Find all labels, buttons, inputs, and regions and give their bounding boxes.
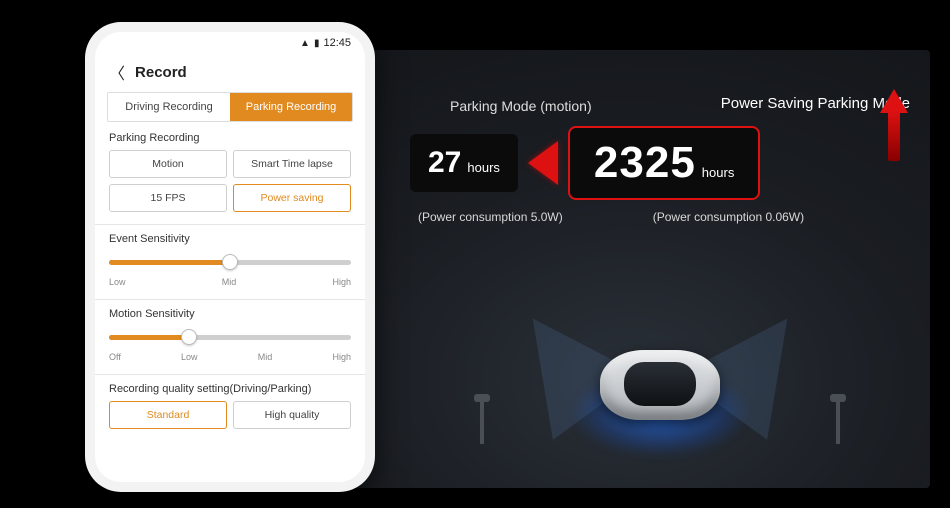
- option-15fps[interactable]: 15 FPS: [109, 184, 227, 212]
- parking-mode-hours: 27: [428, 146, 461, 180]
- status-bar: ▲ ▮ 12:45: [95, 32, 365, 54]
- power-saving-hours: 2325: [594, 138, 696, 188]
- car-icon: [600, 350, 720, 420]
- signal-icon: ▲: [300, 38, 310, 49]
- tick-high: High: [332, 277, 351, 287]
- parking-post-icon: [836, 400, 840, 444]
- section-label-motion-sensitivity: Motion Sensitivity: [109, 308, 351, 320]
- event-sensitivity-section: Event Sensitivity Low Mid High: [95, 233, 365, 295]
- arrow-up-stem: [888, 111, 900, 161]
- back-icon[interactable]: 〈: [109, 60, 125, 84]
- parking-recording-section: Parking Recording Motion Smart Time laps…: [95, 132, 365, 220]
- option-high-quality[interactable]: High quality: [233, 401, 351, 429]
- parking-mode-label: Parking Mode (motion): [450, 98, 592, 114]
- option-motion[interactable]: Motion: [109, 150, 227, 178]
- phone-frame: ▲ ▮ 12:45 〈 Record Driving Recording Par…: [85, 22, 375, 492]
- power-info-panel: Parking Mode (motion) Power Saving Parki…: [410, 95, 920, 224]
- motion-sensitivity-section: Motion Sensitivity Off Low Mid High: [95, 308, 365, 370]
- tick-mid: Mid: [222, 277, 237, 287]
- power-saving-hours-box: 2325 hours: [568, 126, 760, 200]
- option-power-saving[interactable]: Power saving: [233, 184, 351, 212]
- page-title: Record: [135, 64, 187, 81]
- section-label-parking-recording: Parking Recording: [109, 132, 351, 144]
- parking-post-icon: [480, 400, 484, 444]
- car-illustration: [540, 290, 780, 480]
- tick-mid: Mid: [258, 352, 273, 362]
- recording-tabs: Driving Recording Parking Recording: [107, 92, 353, 122]
- hours-unit: hours: [702, 165, 735, 180]
- power-saving-power: (Power consumption 0.06W): [653, 210, 804, 224]
- motion-sensitivity-slider[interactable]: [109, 326, 351, 350]
- quality-section: Recording quality setting(Driving/Parkin…: [95, 383, 365, 437]
- tab-driving-recording[interactable]: Driving Recording: [108, 93, 230, 121]
- option-smart-timelapse[interactable]: Smart Time lapse: [233, 150, 351, 178]
- arrow-left-icon: [528, 141, 558, 185]
- section-label-quality: Recording quality setting(Driving/Parkin…: [109, 383, 351, 395]
- status-time: 12:45: [323, 37, 351, 49]
- tick-high: High: [332, 352, 351, 362]
- page-header: 〈 Record: [95, 54, 365, 92]
- parking-mode-hours-box: 27 hours: [410, 134, 518, 192]
- tick-low: Low: [109, 277, 126, 287]
- section-label-event-sensitivity: Event Sensitivity: [109, 233, 351, 245]
- battery-icon: ▮: [314, 38, 320, 49]
- event-sensitivity-slider[interactable]: [109, 251, 351, 275]
- tab-parking-recording[interactable]: Parking Recording: [230, 93, 352, 121]
- tick-low: Low: [181, 352, 198, 362]
- motion-sensitivity-ticks: Off Low Mid High: [109, 352, 351, 362]
- event-sensitivity-ticks: Low Mid High: [109, 277, 351, 287]
- tick-off: Off: [109, 352, 121, 362]
- hours-unit: hours: [467, 160, 500, 175]
- phone-screen: ▲ ▮ 12:45 〈 Record Driving Recording Par…: [95, 32, 365, 482]
- option-standard-quality[interactable]: Standard: [109, 401, 227, 429]
- parking-mode-power: (Power consumption 5.0W): [418, 210, 563, 224]
- arrow-up-icon: [880, 89, 908, 113]
